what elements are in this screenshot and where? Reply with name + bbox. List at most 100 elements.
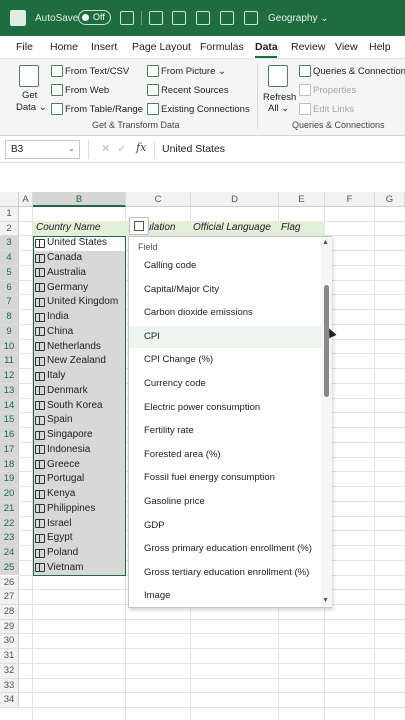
row-header[interactable]: 10 [0, 339, 19, 355]
field-item[interactable]: GDP [129, 515, 321, 537]
field-item[interactable]: Electric power consumption [129, 397, 321, 419]
row-header[interactable]: 26 [0, 575, 19, 591]
row-header[interactable]: 20 [0, 487, 19, 502]
header-population[interactable]: ulation [146, 222, 175, 233]
geography-icon[interactable] [35, 386, 45, 396]
tab-formulas[interactable]: Formulas [200, 41, 244, 53]
geography-icon[interactable] [35, 563, 45, 573]
get-data-button[interactable]: Get [22, 90, 37, 101]
row-header[interactable]: 15 [0, 413, 19, 429]
field-item[interactable]: Fossil fuel energy consumption [129, 467, 321, 489]
geography-icon[interactable] [35, 401, 45, 411]
row-header[interactable]: 12 [0, 369, 19, 384]
open-folder-icon[interactable] [196, 11, 210, 25]
geography-icon[interactable] [35, 430, 45, 440]
geography-icon[interactable] [35, 253, 45, 263]
properties-button[interactable]: Properties [313, 85, 356, 96]
row-header[interactable]: 3 [0, 236, 19, 252]
geography-icon[interactable] [35, 327, 45, 337]
row-header[interactable]: 18 [0, 457, 19, 473]
row-header[interactable]: 5 [0, 265, 19, 281]
country-cell[interactable]: Canada [35, 251, 82, 265]
insert-function-icon[interactable]: fx [136, 141, 146, 154]
geography-icon[interactable] [35, 504, 45, 514]
country-cell[interactable]: India [35, 310, 69, 324]
field-item[interactable]: Fertility rate [129, 420, 321, 442]
tab-help[interactable]: Help [369, 41, 391, 53]
scroll-down-icon[interactable]: ▼ [322, 597, 329, 604]
row-header[interactable]: 28 [0, 604, 19, 620]
chevron-down-icon[interactable]: ⌄ [68, 144, 75, 153]
save-icon[interactable] [120, 11, 134, 25]
country-cell[interactable]: Israel [35, 517, 71, 531]
select-all-corner[interactable] [0, 192, 19, 207]
from-text-csv-button[interactable]: From Text/CSV [65, 66, 129, 77]
country-cell[interactable]: Portugal [35, 472, 84, 486]
print-icon[interactable] [220, 11, 234, 25]
row-header[interactable]: 25 [0, 560, 19, 576]
field-item[interactable]: Calling code [129, 255, 321, 277]
field-item[interactable]: Gross primary education enrollment (%) [129, 538, 321, 560]
row-header[interactable]: 11 [0, 354, 19, 370]
row-header[interactable]: 31 [0, 649, 19, 664]
row-header[interactable]: 24 [0, 546, 19, 561]
header-official-language[interactable]: Official Language [193, 222, 271, 233]
country-cell[interactable]: Spain [35, 413, 73, 427]
existing-connections-button[interactable]: Existing Connections [161, 104, 250, 115]
column-header-d[interactable]: D [191, 192, 279, 207]
tab-home[interactable]: Home [50, 41, 78, 53]
tab-insert[interactable]: Insert [91, 41, 117, 53]
header-flag[interactable]: Flag [281, 222, 300, 233]
row-header[interactable]: 6 [0, 280, 19, 296]
column-header-a[interactable]: A [19, 192, 33, 207]
recent-sources-button[interactable]: Recent Sources [161, 85, 229, 96]
row-header[interactable]: 30 [0, 634, 19, 650]
row-header[interactable]: 16 [0, 428, 19, 443]
geography-icon[interactable] [35, 371, 45, 381]
row-header[interactable]: 27 [0, 590, 19, 605]
country-cell[interactable]: Indonesia [35, 443, 90, 457]
country-cell[interactable]: Greece [35, 458, 80, 472]
geography-icon[interactable] [35, 460, 45, 470]
tab-review[interactable]: Review [291, 41, 325, 53]
country-cell[interactable]: Egypt [35, 531, 73, 545]
insert-data-button[interactable] [129, 217, 149, 235]
row-header[interactable]: 7 [0, 295, 19, 311]
enter-icon[interactable]: ✓ [117, 142, 126, 155]
row-header[interactable]: 22 [0, 516, 19, 532]
row-header[interactable]: 32 [0, 663, 19, 679]
autosave-toggle[interactable]: Off [78, 10, 111, 25]
geography-icon[interactable] [35, 489, 45, 499]
edit-links-button[interactable]: Edit Links [313, 104, 354, 115]
geography-icon[interactable] [35, 533, 45, 543]
formula-input[interactable]: United States [162, 143, 225, 155]
row-header[interactable]: 17 [0, 442, 19, 458]
get-data-icon[interactable] [19, 65, 39, 87]
country-cell[interactable]: Netherlands [35, 340, 101, 354]
field-item[interactable]: Currency code [129, 373, 321, 395]
geography-icon[interactable] [35, 474, 45, 484]
country-cell[interactable]: Kenya [35, 487, 75, 501]
row-header[interactable]: 9 [0, 324, 19, 340]
row-header[interactable]: 1 [0, 207, 19, 222]
country-cell[interactable]: Philippines [35, 502, 95, 516]
scroll-up-icon[interactable]: ▲ [322, 239, 329, 246]
row-header[interactable]: 29 [0, 619, 19, 635]
geography-icon[interactable] [35, 283, 45, 293]
geography-icon[interactable] [35, 548, 45, 558]
row-header[interactable]: 33 [0, 678, 19, 694]
from-table-range-button[interactable]: From Table/Range [65, 104, 143, 115]
row-header[interactable]: 23 [0, 531, 19, 546]
geography-icon[interactable] [35, 519, 45, 529]
geography-icon[interactable] [35, 342, 45, 352]
form-icon[interactable] [149, 11, 163, 25]
country-cell[interactable]: South Korea [35, 399, 103, 413]
country-cell[interactable]: Denmark [35, 384, 88, 398]
scrollbar-thumb[interactable] [324, 285, 329, 397]
field-item[interactable]: Capital/Major City [129, 279, 321, 301]
refresh-all-button-2[interactable]: All ⌄ [268, 103, 289, 114]
country-cell[interactable]: China [35, 325, 73, 339]
row-header[interactable]: 8 [0, 310, 19, 325]
get-data-button-2[interactable]: Data ⌄ [16, 102, 47, 113]
field-item[interactable]: Image [129, 585, 321, 607]
